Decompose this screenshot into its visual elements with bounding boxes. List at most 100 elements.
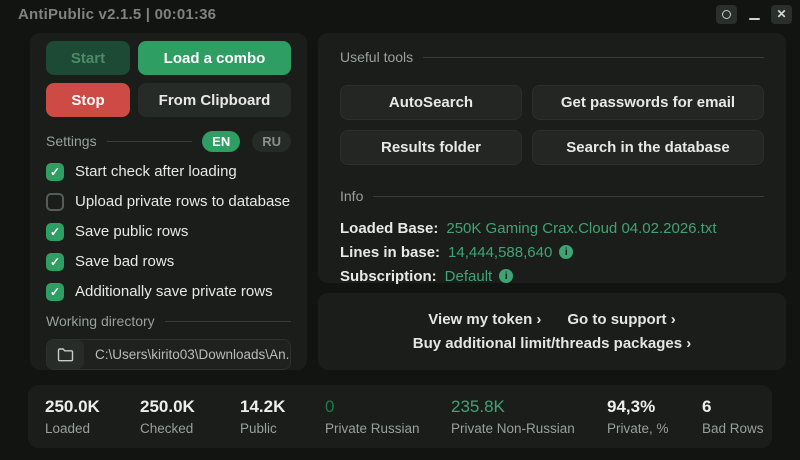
minimize-icon [748, 17, 760, 20]
lines-in-base-label: Lines in base: [340, 243, 441, 261]
settings-header: Settings EN RU [46, 129, 291, 153]
stat-label: Bad Rows [702, 421, 764, 436]
subscription-row: Subscription: Default i [340, 264, 764, 288]
links-panel: View my token › Go to support › Buy addi… [318, 293, 786, 370]
pin-on-top-button[interactable] [716, 4, 737, 24]
loaded-base-value: 250K Gaming Crax.Cloud 04.02.2026.txt [446, 219, 717, 237]
checkbox-upload-private-rows[interactable]: Upload private rows to database [46, 192, 291, 211]
settings-checkboxes: ✓ Start check after loading Upload priva… [46, 162, 291, 301]
stat-value: 250.0K [45, 397, 100, 416]
subscription-value: Default [444, 267, 493, 285]
view-my-token-link[interactable]: View my token › [428, 311, 541, 328]
checkbox-checked: ✓ [46, 222, 64, 241]
checkbox-checked: ✓ [46, 252, 64, 271]
buy-packages-link[interactable]: Buy additional limit/threads packages › [413, 335, 691, 352]
checkbox-start-check-after-loading[interactable]: ✓ Start check after loading [46, 162, 291, 181]
stat-loaded: 250.0K Loaded [45, 397, 140, 436]
app-title: AntiPublic v2.1.5 | 00:01:36 [18, 5, 217, 23]
links-row-bottom: Buy additional limit/threads packages › [413, 335, 691, 352]
stat-value: 235.8K [451, 397, 505, 416]
close-button[interactable]: ✕ [771, 4, 792, 24]
checkbox-label: Upload private rows to database [75, 193, 291, 210]
stat-private-non-russian: 235.8K Private Non-Russian [451, 397, 607, 436]
stat-checked: 250.0K Checked [140, 397, 240, 436]
stat-public: 14.2K Public [240, 397, 325, 436]
stat-label: Public [240, 421, 277, 436]
check-icon: ✓ [49, 284, 61, 299]
window-controls: ✕ [716, 4, 792, 24]
working-directory-input[interactable]: C:\Users\kirito03\Downloads\An... [46, 339, 291, 370]
loaded-base-row: Loaded Base: 250K Gaming Crax.Cloud 04.0… [340, 216, 764, 240]
checkbox-checked: ✓ [46, 282, 64, 301]
circle-icon [722, 9, 731, 19]
stat-value: 0 [325, 397, 335, 416]
settings-label: Settings [46, 133, 97, 149]
info-icon[interactable]: i [499, 269, 514, 283]
loaded-base-label: Loaded Base: [340, 219, 439, 237]
minimize-button[interactable] [746, 5, 762, 24]
info-icon[interactable]: i [559, 245, 574, 259]
working-directory-label: Working directory [46, 313, 155, 329]
folder-icon [57, 347, 74, 361]
control-panel: Start Load a combo Stop From Clipboard S… [30, 33, 307, 370]
links-row-top: View my token › Go to support › [428, 311, 675, 328]
checkbox-save-bad-rows[interactable]: ✓ Save bad rows [46, 252, 291, 271]
stat-value: 6 [702, 397, 712, 416]
stat-label: Private, % [607, 421, 669, 436]
checkbox-checked: ✓ [46, 162, 64, 181]
stat-private-russian: 0 Private Russian [325, 397, 451, 436]
start-button[interactable]: Start [46, 41, 130, 75]
stat-label: Loaded [45, 421, 91, 436]
tools-info-panel: Useful tools AutoSearch Get passwords fo… [318, 33, 786, 285]
divider [423, 56, 764, 58]
useful-tools-label: Useful tools [340, 49, 414, 65]
load-combo-button[interactable]: Load a combo [138, 41, 291, 75]
close-icon: ✕ [776, 7, 787, 21]
subscription-label: Subscription: [340, 267, 437, 285]
checkbox-label: Start check after loading [75, 163, 237, 180]
info-lines: Loaded Base: 250K Gaming Crax.Cloud 04.0… [340, 216, 764, 288]
titlebar: AntiPublic v2.1.5 | 00:01:36 ✕ [0, 0, 800, 28]
action-buttons: Start Load a combo Stop From Clipboard [46, 41, 291, 117]
language-en-toggle[interactable]: EN [202, 130, 241, 152]
stat-value: 14.2K [240, 397, 286, 416]
check-icon: ✓ [49, 254, 61, 269]
divider [164, 320, 291, 322]
stat-value: 250.0K [140, 397, 195, 416]
divider [373, 195, 764, 197]
stat-bad-rows: 6 Bad Rows [702, 397, 764, 436]
search-database-button[interactable]: Search in the database [532, 130, 764, 165]
lines-in-base-row: Lines in base: 14,444,588,640 i [340, 240, 764, 264]
stop-button[interactable]: Stop [46, 83, 130, 117]
autosearch-button[interactable]: AutoSearch [340, 85, 522, 120]
from-clipboard-button[interactable]: From Clipboard [138, 83, 291, 117]
check-icon: ✓ [49, 224, 61, 239]
checkbox-label: Additionally save private rows [75, 283, 273, 300]
stat-label: Private Non-Russian [451, 421, 575, 436]
info-label: Info [340, 188, 364, 204]
stat-private-percent: 94,3% Private, % [607, 397, 702, 436]
checkbox-additionally-save-private-rows[interactable]: ✓ Additionally save private rows [46, 282, 291, 301]
language-ru-toggle[interactable]: RU [252, 130, 291, 152]
tool-buttons: AutoSearch Get passwords for email Resul… [340, 85, 764, 165]
go-to-support-link[interactable]: Go to support › [567, 311, 675, 328]
check-icon: ✓ [49, 164, 61, 179]
working-directory-header: Working directory [46, 312, 291, 330]
stat-value: 94,3% [607, 397, 656, 416]
useful-tools-header: Useful tools [340, 47, 764, 67]
checkbox-label: Save bad rows [75, 253, 175, 270]
divider [106, 140, 193, 142]
app-window: AntiPublic v2.1.5 | 00:01:36 ✕ Start Loa… [0, 0, 800, 460]
lines-in-base-value: 14,444,588,640 [448, 243, 553, 261]
results-folder-button[interactable]: Results folder [340, 130, 522, 165]
get-passwords-button[interactable]: Get passwords for email [532, 85, 764, 120]
info-header: Info [340, 187, 764, 205]
stats-bar: 250.0K Loaded 250.0K Checked 14.2K Publi… [28, 385, 772, 448]
checkbox-label: Save public rows [75, 223, 189, 240]
working-directory-path: C:\Users\kirito03\Downloads\An... [95, 347, 291, 362]
stat-label: Checked [140, 421, 194, 436]
stat-label: Private Russian [325, 421, 420, 436]
checkbox-unchecked [46, 192, 64, 211]
checkbox-save-public-rows[interactable]: ✓ Save public rows [46, 222, 291, 241]
browse-folder-button[interactable] [47, 340, 84, 369]
